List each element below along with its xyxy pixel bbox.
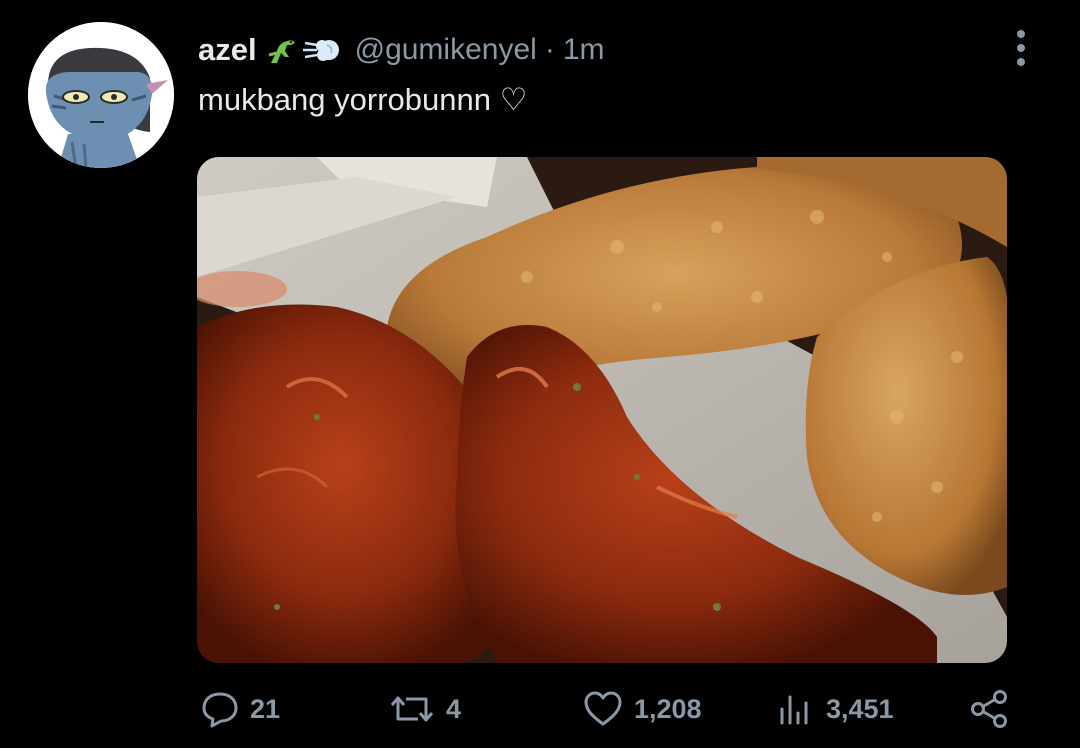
reply-count: 21 [250,693,281,724]
share-button[interactable] [968,684,1010,734]
display-name[interactable]: azel [198,32,257,68]
timestamp[interactable]: 1m [563,33,605,67]
views-button[interactable]: 3,451 [776,684,894,734]
tweet[interactable]: azel @gumikenyel · 1m mukbang yorrobunnn… [0,0,1080,748]
like-button[interactable]: 1,208 [582,684,702,734]
dash-icon [302,40,339,61]
tweet-photo[interactable] [197,157,1007,663]
retweet-button[interactable]: 4 [388,684,461,734]
heart-icon [584,691,622,726]
name-emojis [267,33,343,67]
tweet-header: azel @gumikenyel · 1m [198,30,605,70]
more-options-icon[interactable] [1003,28,1039,68]
views-count: 3,451 [826,693,894,724]
reply-icon [202,692,238,728]
separator-dot: · [544,33,555,66]
fried-chicken-photo [197,157,1007,663]
avatar-image [28,22,174,168]
like-count: 1,208 [634,693,702,724]
user-handle[interactable]: @gumikenyel [355,33,537,67]
views-icon [780,695,808,725]
share-icon [971,690,1007,728]
reply-button[interactable]: 21 [200,684,280,734]
tweet-actions: 21 4 1,208 3,451 [0,684,1080,734]
tweet-text: mukbang yorrobunnn ♡ [198,82,528,117]
dinosaur-icon [268,40,295,63]
retweet-icon [390,696,434,722]
retweet-count: 4 [446,693,462,724]
avatar[interactable] [28,22,174,168]
